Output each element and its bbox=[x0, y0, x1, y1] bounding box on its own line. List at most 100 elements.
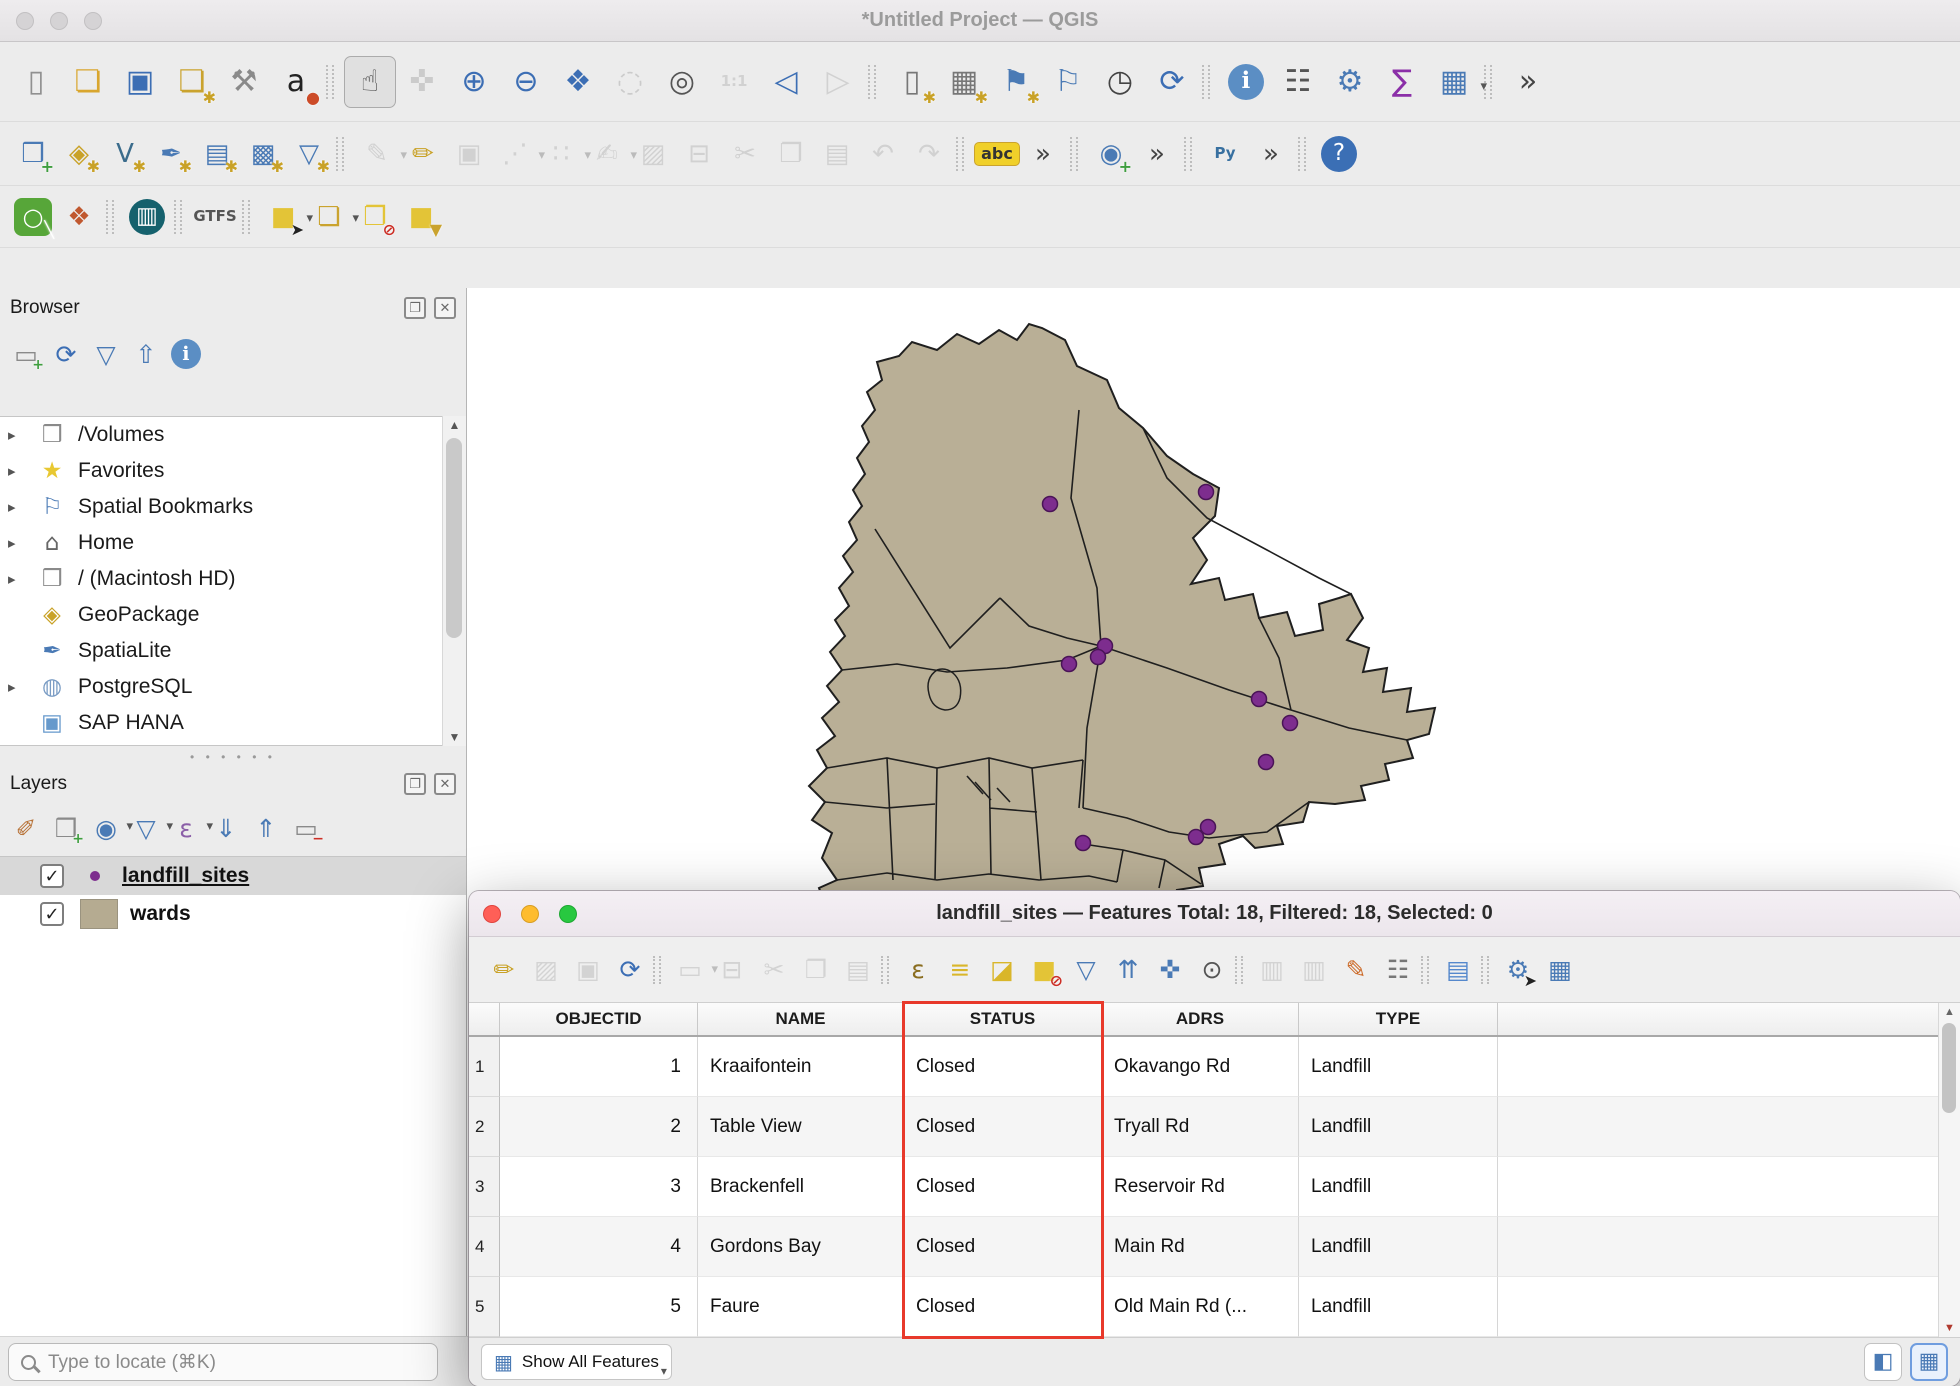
row-number-cell[interactable]: 5 bbox=[469, 1277, 500, 1337]
new-shapefile-layer-icon[interactable]: V✱ bbox=[102, 131, 148, 177]
python-console-icon[interactable]: Py bbox=[1202, 131, 1248, 177]
digitize-with-segment-icon[interactable]: ⋰▾ bbox=[492, 131, 538, 177]
pan-to-selection-icon[interactable]: ✜ bbox=[396, 56, 448, 108]
column-header-adrs[interactable]: ADRS bbox=[1102, 1003, 1299, 1035]
redo-icon[interactable]: ↷ bbox=[906, 131, 952, 177]
column-header-objectid[interactable]: OBJECTID bbox=[500, 1003, 698, 1035]
close-window-button[interactable] bbox=[16, 12, 34, 30]
new-spatial-bookmark-icon[interactable]: ⚑✱ bbox=[990, 56, 1042, 108]
plugins-overflow-icon[interactable]: » bbox=[1248, 131, 1294, 177]
row-number-cell[interactable]: 1 bbox=[469, 1037, 500, 1097]
filter-legend-icon[interactable]: ▽▾ bbox=[126, 808, 166, 848]
expand-arrow-icon[interactable]: ▸ bbox=[8, 462, 34, 480]
browser-add-selected-layers-icon[interactable]: ▭+ bbox=[6, 334, 46, 374]
new-mesh-layer-icon[interactable]: ▤✱ bbox=[194, 131, 240, 177]
table-add-feature-icon[interactable]: ▭▾ bbox=[669, 949, 711, 991]
cell-status[interactable]: Closed bbox=[904, 1157, 1102, 1217]
vertex-tool-icon[interactable]: ✍▾ bbox=[584, 131, 630, 177]
web-overflow-icon[interactable]: » bbox=[1134, 131, 1180, 177]
refresh-map-icon[interactable]: ⟳ bbox=[1146, 56, 1198, 108]
cell-type[interactable]: Landfill bbox=[1299, 1217, 1498, 1277]
chevron-down-icon[interactable]: ▾ bbox=[1480, 78, 1487, 94]
minimize-window-button[interactable] bbox=[521, 905, 539, 923]
transit-routing-icon[interactable]: ▥ bbox=[124, 194, 170, 240]
browser-collapse-all-icon[interactable]: ⇧ bbox=[126, 334, 166, 374]
map-tiles-style-icon[interactable]: ❖ bbox=[56, 194, 102, 240]
data-source-manager-icon[interactable]: ❒+ bbox=[10, 131, 56, 177]
new-geopackage-layer-icon[interactable]: ◈✱ bbox=[56, 131, 102, 177]
project-open-icon[interactable]: ❏ bbox=[62, 56, 114, 108]
select-features-icon[interactable]: ■➤▾ bbox=[260, 194, 306, 240]
zoom-native-resolution-icon[interactable]: 1:1 bbox=[708, 56, 760, 108]
cell-type[interactable]: Landfill bbox=[1299, 1037, 1498, 1097]
cell-type[interactable]: Landfill bbox=[1299, 1157, 1498, 1217]
invert-selection-icon[interactable]: ◪ bbox=[981, 949, 1023, 991]
cell-type[interactable]: Landfill bbox=[1299, 1097, 1498, 1157]
table-cut-icon[interactable]: ✂ bbox=[753, 949, 795, 991]
project-save-as-icon[interactable]: ❏✱ bbox=[166, 56, 218, 108]
browser-refresh-icon[interactable]: ⟳ bbox=[46, 334, 86, 374]
cell-name[interactable]: Brackenfell bbox=[698, 1157, 904, 1217]
row-number-cell[interactable]: 2 bbox=[469, 1097, 500, 1157]
cell-name[interactable]: Faure bbox=[698, 1277, 904, 1337]
locator-input[interactable]: Type to locate (⌘K) bbox=[8, 1343, 438, 1381]
manage-map-themes-icon[interactable]: ◉▾ bbox=[86, 808, 126, 848]
remove-layer-icon[interactable]: ▭− bbox=[286, 808, 326, 848]
switch-to-form-view-icon[interactable]: ◧ bbox=[1864, 1343, 1902, 1381]
open-layer-styling-panel-icon[interactable]: ✐ bbox=[6, 808, 46, 848]
zoom-full-extent-icon[interactable]: ❖ bbox=[552, 56, 604, 108]
table-toggle-editing-icon[interactable]: ✏ bbox=[483, 949, 525, 991]
filter-legend-by-expression-icon[interactable]: ε▾ bbox=[166, 808, 206, 848]
cell-name[interactable]: Table View bbox=[698, 1097, 904, 1157]
table-copy-icon[interactable]: ❐ bbox=[795, 949, 837, 991]
current-edits-icon[interactable]: ✎▾ bbox=[354, 131, 400, 177]
dock-attribute-table-icon[interactable]: ▦ bbox=[1539, 949, 1581, 991]
scroll-down-arrow-icon[interactable]: ▼ bbox=[1939, 1322, 1960, 1334]
browser-item-favorites[interactable]: ▸★Favorites bbox=[0, 453, 466, 489]
table-row[interactable]: 55FaureClosedOld Main Rd (...Landfill bbox=[469, 1277, 1938, 1337]
temporal-controller-icon[interactable]: ◷ bbox=[1094, 56, 1146, 108]
zoom-map-to-selection-icon[interactable]: ⊙ bbox=[1191, 949, 1233, 991]
table-row[interactable]: 44Gordons BayClosedMain RdLandfill bbox=[469, 1217, 1938, 1277]
minimize-window-button[interactable] bbox=[50, 12, 68, 30]
processing-toolbox-icon[interactable]: ⚙ bbox=[1324, 56, 1376, 108]
cell-objectid[interactable]: 3 bbox=[500, 1157, 698, 1217]
scroll-thumb[interactable] bbox=[1942, 1023, 1956, 1113]
cell-status[interactable]: Closed bbox=[904, 1037, 1102, 1097]
expand-arrow-icon[interactable]: ▸ bbox=[8, 426, 34, 444]
cut-features-icon[interactable]: ✂ bbox=[722, 131, 768, 177]
table-delete-selected-icon[interactable]: ⊟ bbox=[711, 949, 753, 991]
layer-item-landfill-sites[interactable]: ✓landfill_sites bbox=[0, 857, 466, 895]
modify-attributes-icon[interactable]: ▨ bbox=[630, 131, 676, 177]
cell-adrs[interactable]: Old Main Rd (... bbox=[1102, 1277, 1299, 1337]
new-gpx-layer-icon[interactable]: ▩✱ bbox=[240, 131, 286, 177]
toolbar-overflow-icon[interactable]: » bbox=[1502, 56, 1554, 108]
select-all-icon[interactable]: ≡ bbox=[939, 949, 981, 991]
browser-item-spatial-bookmarks[interactable]: ▸⚐Spatial Bookmarks bbox=[0, 489, 466, 525]
table-multiedit-icon[interactable]: ▨ bbox=[525, 949, 567, 991]
table-row[interactable]: 11KraaifonteinClosedOkavango RdLandfill bbox=[469, 1037, 1938, 1097]
panel-splitter[interactable]: • • • • • • bbox=[0, 750, 466, 764]
cell-objectid[interactable]: 5 bbox=[500, 1277, 698, 1337]
scroll-down-arrow-icon[interactable]: ▼ bbox=[443, 730, 466, 744]
open-attribute-table-icon[interactable]: ▦▾ bbox=[1428, 56, 1480, 108]
cell-status[interactable]: Closed bbox=[904, 1217, 1102, 1277]
move-selection-to-top-icon[interactable]: ⇈ bbox=[1107, 949, 1149, 991]
statistical-summary-icon[interactable]: ☷ bbox=[1272, 56, 1324, 108]
new-spatialite-layer-icon[interactable]: ✒✱ bbox=[148, 131, 194, 177]
project-properties-icon[interactable]: ⚒ bbox=[218, 56, 270, 108]
cell-name[interactable]: Gordons Bay bbox=[698, 1217, 904, 1277]
expand-all-layers-icon[interactable]: ⇓ bbox=[206, 808, 246, 848]
browser-item-sap-hana[interactable]: ▣SAP HANA bbox=[0, 705, 466, 741]
project-save-icon[interactable]: ▣ bbox=[114, 56, 166, 108]
expand-arrow-icon[interactable]: ▸ bbox=[8, 570, 34, 588]
save-layer-edits-icon[interactable]: ▣ bbox=[446, 131, 492, 177]
osm-place-search-icon[interactable]: ○╲ bbox=[10, 194, 56, 240]
column-header-type[interactable]: TYPE bbox=[1299, 1003, 1498, 1035]
zoom-to-selection-icon[interactable]: ◌ bbox=[604, 56, 656, 108]
scroll-thumb[interactable] bbox=[446, 438, 462, 638]
scroll-up-arrow-icon[interactable]: ▲ bbox=[443, 418, 466, 432]
field-calculator-icon[interactable]: ✎ bbox=[1335, 949, 1377, 991]
zoom-out-icon[interactable]: ⊖ bbox=[500, 56, 552, 108]
labeling-overflow-icon[interactable]: » bbox=[1020, 131, 1066, 177]
